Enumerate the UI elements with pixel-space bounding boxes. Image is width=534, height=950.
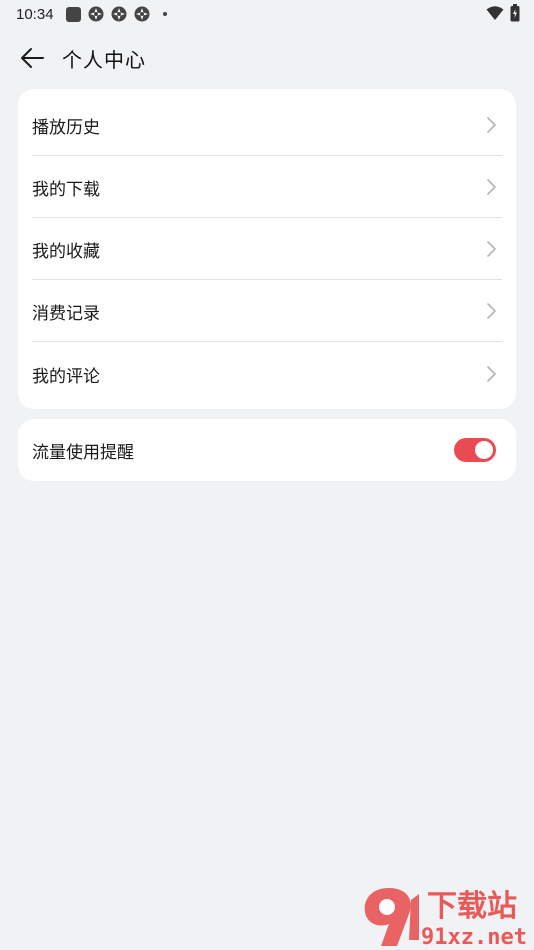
back-button[interactable] [10,36,54,80]
data-reminder-toggle[interactable] [454,438,496,462]
watermark-url: 91xz.net [421,925,527,950]
battery-icon [510,4,520,22]
chevron-right-icon [487,117,496,133]
menu-item-label: 我的下载 [32,179,100,200]
status-time: 10:34 [16,5,54,23]
chevron-right-icon [487,303,496,319]
menu-item-label: 消费记录 [32,303,100,324]
status-notification-icons [65,6,167,22]
divider [32,341,502,342]
chevron-right-icon [487,179,496,195]
app-notification-icon [134,6,150,22]
menu-item-purchase-records[interactable]: 消费记录 [32,280,502,342]
menu-item-comments[interactable]: 我的评论 [32,343,502,405]
app-notification-icon [88,6,104,22]
dot-icon [162,12,167,16]
data-reminder-label: 流量使用提醒 [32,442,134,463]
app-header: 个人中心 [0,36,534,80]
menu-item-label: 我的评论 [32,366,100,387]
arrow-left-icon [21,48,44,68]
menu-item-label: 播放历史 [32,117,100,138]
menu-item-favorites[interactable]: 我的收藏 [32,218,502,280]
menu-item-downloads[interactable]: 我的下载 [32,156,502,218]
page-title: 个人中心 [62,47,146,72]
watermark-logo: 下载站 91xz.net [364,888,527,950]
menu-item-play-history[interactable]: 播放历史 [32,94,502,156]
data-reminder-row: 流量使用提醒 [32,419,502,481]
square-notification-icon [65,6,81,22]
settings-card: 流量使用提醒 [18,419,516,481]
status-system-icons [486,4,520,22]
toggle-knob [475,441,493,459]
chevron-right-icon [487,241,496,257]
wifi-icon [486,6,504,20]
watermark-brand: 下载站 [427,889,517,924]
app-notification-icon [111,6,127,22]
chevron-right-icon [487,366,496,382]
menu-item-label: 我的收藏 [32,241,100,262]
menu-card: 播放历史 我的下载 我的收藏 消费记录 我的评论 [18,89,516,409]
status-bar: 10:34 [0,0,534,28]
